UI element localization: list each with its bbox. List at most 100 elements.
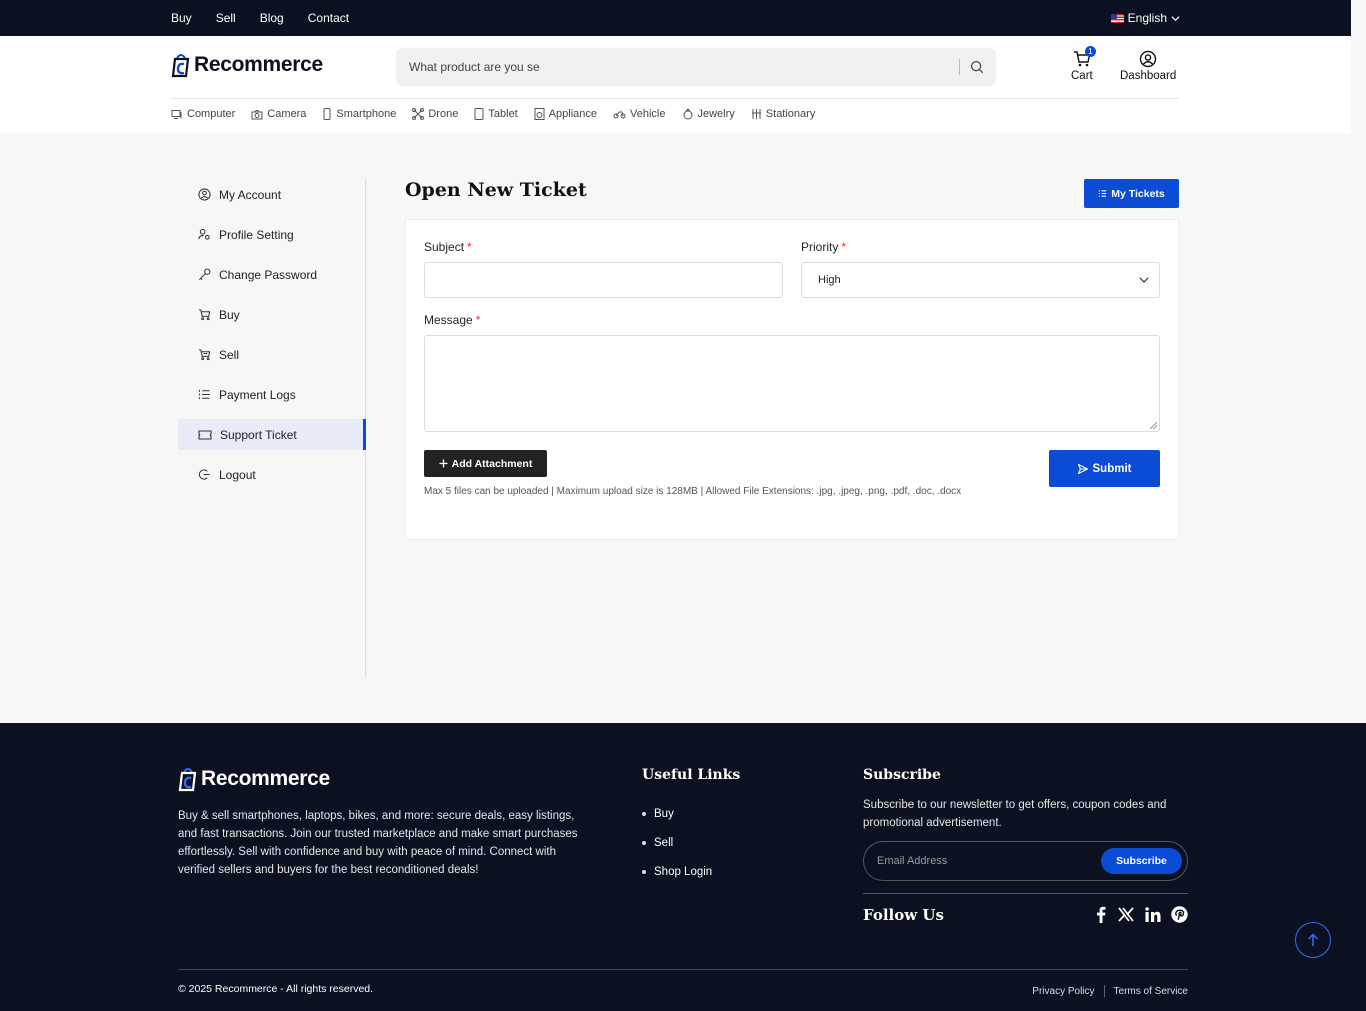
category-label: Computer	[187, 108, 236, 120]
resize-handle[interactable]	[1150, 422, 1157, 429]
email-input[interactable]: Email Address	[877, 855, 947, 867]
category-label: Camera	[267, 108, 307, 120]
category-label: Stationary	[765, 108, 816, 120]
chevron-down-icon	[1139, 277, 1149, 283]
my-tickets-label: My Tickets	[1111, 187, 1165, 200]
sidebar-item-payment-logs[interactable]: Payment Logs	[178, 379, 365, 410]
sidebar-item-support-ticket[interactable]: Support Ticket	[178, 419, 366, 450]
sidebar-item-my-account[interactable]: My Account	[178, 179, 365, 210]
site-header: Recommerce What product are you se 1 Car…	[0, 36, 1351, 133]
sidebar-item-sell[interactable]: Sell	[178, 339, 365, 370]
jewelry-icon	[683, 108, 692, 120]
sidebar-item-change-password[interactable]: Change Password	[178, 259, 365, 290]
submit-button[interactable]: Submit	[1049, 450, 1160, 487]
category-smartphone[interactable]: Smartphone	[322, 108, 396, 120]
vehicle-icon	[613, 111, 626, 119]
newsletter-form: Email Address Subscribe	[863, 841, 1188, 881]
sidebar-item-logout[interactable]: Logout	[178, 459, 365, 490]
sidebar-item-label: Payment Logs	[219, 387, 296, 402]
cart-icon-wrap: 1	[1073, 46, 1096, 70]
subject-label: Subject *	[424, 240, 472, 254]
message-textarea[interactable]	[424, 335, 1160, 432]
stationary-icon	[751, 109, 761, 119]
search-input[interactable]: What product are you se	[396, 60, 959, 74]
category-label: Vehicle	[630, 108, 666, 120]
cart-button[interactable]: 1 Cart	[1071, 46, 1096, 82]
submit-label: Submit	[1092, 462, 1132, 475]
sidebar-item-buy[interactable]: Buy	[178, 299, 365, 330]
category-label: Tablet	[488, 108, 518, 120]
subject-input[interactable]	[424, 262, 783, 298]
send-icon	[1077, 463, 1088, 474]
search-icon[interactable]	[970, 60, 984, 74]
search-divider	[959, 59, 960, 75]
useful-link-label: Sell	[654, 836, 674, 849]
category-stationary[interactable]: Stationary	[751, 108, 816, 120]
required-mark: *	[475, 313, 481, 327]
scroll-to-top-button[interactable]	[1295, 922, 1331, 958]
chevron-down-icon	[1171, 15, 1180, 21]
sidebar-item-profile-setting[interactable]: Profile Setting	[178, 219, 365, 250]
language-selector[interactable]: English	[1110, 0, 1180, 36]
sell-cart-icon	[198, 349, 211, 361]
smartphone-icon	[323, 108, 331, 120]
useful-link-sell[interactable]: Sell	[642, 828, 712, 857]
useful-link-buy[interactable]: Buy	[642, 799, 712, 828]
search-bar[interactable]: What product are you se	[396, 48, 996, 86]
message-label: Message *	[424, 313, 480, 327]
category-computer[interactable]: Computer	[171, 108, 235, 120]
site-footer: Recommerce Buy & sell smartphones, lapto…	[0, 723, 1366, 1011]
footer-divider	[863, 893, 1188, 894]
top-nav-contact[interactable]: Contact	[308, 11, 349, 25]
required-mark: *	[841, 240, 847, 254]
key-icon	[199, 268, 211, 280]
site-logo[interactable]: Recommerce	[171, 52, 323, 78]
category-camera[interactable]: Camera	[251, 108, 306, 120]
ticket-icon	[198, 429, 212, 440]
category-label: Appliance	[548, 108, 598, 120]
top-nav-sell[interactable]: Sell	[216, 11, 236, 25]
terms-of-service-link[interactable]: Terms of Service	[1114, 986, 1188, 997]
top-bar: Buy Sell Blog Contact English	[0, 0, 1351, 36]
us-flag-icon	[1110, 13, 1124, 23]
user-circle-icon	[198, 188, 211, 201]
category-drone[interactable]: Drone	[412, 108, 458, 120]
category-nav: Computer Camera Smartphone Drone Tablet …	[171, 108, 831, 120]
user-gear-icon	[198, 228, 210, 240]
category-appliance[interactable]: Appliance	[534, 108, 597, 120]
computer-icon	[171, 109, 182, 119]
category-label: Drone	[428, 108, 459, 120]
logo-mark-icon	[171, 52, 191, 78]
dashboard-label: Dashboard	[1120, 70, 1177, 82]
dashboard-button[interactable]: Dashboard	[1120, 50, 1176, 82]
header-divider	[171, 98, 1180, 99]
category-tablet[interactable]: Tablet	[474, 108, 518, 120]
logo-text: Recommerce	[194, 53, 323, 76]
footer-description: Buy & sell smartphones, laptops, bikes, …	[178, 810, 578, 876]
cart-count-badge: 1	[1084, 46, 1096, 57]
top-nav: Buy Sell Blog Contact	[171, 0, 373, 36]
linkedin-icon[interactable]	[1145, 907, 1161, 922]
my-tickets-button[interactable]: My Tickets	[1084, 179, 1179, 208]
language-label: English	[1127, 11, 1167, 25]
useful-link-shop-login[interactable]: Shop Login	[642, 857, 712, 886]
category-vehicle[interactable]: Vehicle	[613, 108, 666, 120]
footer-logo[interactable]: Recommerce	[178, 766, 330, 792]
facebook-icon[interactable]	[1096, 906, 1106, 923]
privacy-policy-link[interactable]: Privacy Policy	[1032, 986, 1094, 997]
useful-link-label: Buy	[654, 807, 674, 820]
subscribe-title: Subscribe	[863, 767, 941, 783]
camera-icon	[251, 109, 263, 119]
sidebar-item-label: Change Password	[219, 267, 318, 282]
top-nav-buy[interactable]: Buy	[171, 11, 192, 25]
add-attachment-button[interactable]: Add Attachment	[424, 450, 547, 477]
x-icon[interactable]	[1118, 907, 1134, 922]
cart-icon	[198, 309, 211, 321]
plus-icon	[439, 459, 448, 468]
pinterest-icon[interactable]	[1171, 906, 1188, 923]
subscribe-button[interactable]: Subscribe	[1101, 848, 1182, 874]
top-nav-blog[interactable]: Blog	[260, 11, 284, 25]
category-jewelry[interactable]: Jewelry	[682, 108, 735, 120]
priority-select[interactable]: High	[801, 262, 1160, 298]
subject-label-text: Subject	[424, 240, 465, 254]
